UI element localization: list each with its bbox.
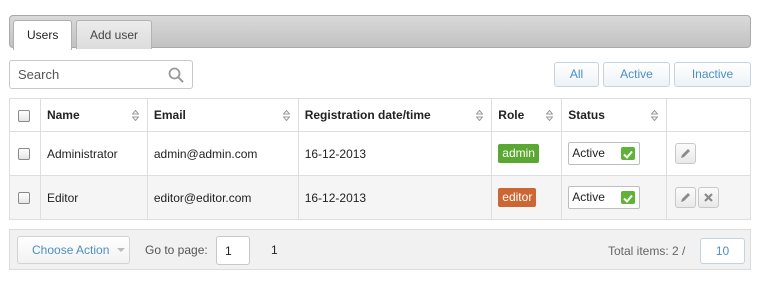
column-header-role[interactable]: Role [491, 98, 563, 132]
table-row: Editor editor@editor.com 16-12-2013 edit… [9, 175, 751, 220]
choose-action-label: Choose Action [32, 243, 110, 257]
items-per-page-select[interactable]: 10 [700, 238, 745, 264]
role-cell: admin [491, 131, 563, 176]
row-checkbox[interactable] [18, 148, 30, 161]
status-cell: Active [561, 175, 668, 220]
tab-bar: Users Add user [9, 15, 751, 50]
status-select[interactable]: Active [568, 142, 641, 165]
role-badge: editor [498, 188, 537, 207]
user-email: editor@editor.com [146, 175, 299, 220]
column-header-status[interactable]: Status [561, 98, 668, 132]
edit-button[interactable] [675, 143, 697, 164]
user-name: Editor [39, 175, 148, 220]
role-cell: editor [491, 175, 563, 220]
row-select-cell [9, 175, 41, 220]
delete-button[interactable] [698, 187, 720, 208]
page-number-input[interactable] [216, 236, 250, 265]
row-select-cell [9, 131, 41, 176]
filter-all-button[interactable]: All [554, 62, 599, 87]
choose-action-dropdown[interactable]: Choose Action [17, 236, 130, 264]
edit-button[interactable] [675, 187, 697, 208]
filter-inactive-button[interactable]: Inactive [674, 62, 751, 87]
user-name: Administrator [39, 131, 148, 176]
check-icon [621, 191, 636, 204]
total-items-label: Total items: 2 / [608, 244, 686, 258]
caret-down-icon [117, 248, 125, 252]
sort-icon[interactable] [131, 110, 139, 121]
edit-icon [681, 149, 691, 158]
select-all-checkbox[interactable] [18, 109, 30, 122]
row-checkbox[interactable] [18, 192, 30, 205]
sort-icon[interactable] [476, 110, 484, 121]
user-registered: 16-12-2013 [297, 131, 493, 176]
page-count: 1 [271, 243, 278, 257]
status-cell: Active [561, 131, 668, 176]
column-header-name[interactable]: Name [39, 98, 148, 132]
status-value: Active [572, 146, 605, 160]
search-icon[interactable] [168, 67, 184, 83]
column-header-email[interactable]: Email [146, 98, 299, 132]
status-select[interactable]: Active [568, 186, 641, 209]
actions-cell [666, 175, 751, 220]
column-header-registration[interactable]: Registration date/time [297, 98, 493, 132]
search-input[interactable] [10, 61, 160, 88]
sort-icon[interactable] [546, 110, 554, 121]
delete-icon [704, 193, 713, 202]
table-row: Administrator admin@admin.com 16-12-2013… [9, 131, 751, 176]
table-footer: Choose Action Go to page: 1 Total items:… [9, 229, 751, 270]
column-header-actions [666, 98, 751, 132]
actions-cell [666, 131, 751, 176]
tab-users[interactable]: Users [13, 20, 73, 50]
select-all-cell [9, 98, 41, 132]
tab-add-user[interactable]: Add user [76, 20, 153, 49]
edit-icon [681, 193, 691, 202]
search-box [9, 60, 193, 89]
sort-icon[interactable] [651, 110, 659, 121]
goto-page-label: Go to page: [145, 243, 208, 257]
sort-icon[interactable] [282, 110, 290, 121]
filter-active-button[interactable]: Active [603, 62, 670, 87]
role-badge: admin [498, 144, 539, 163]
table-header-row: Name Email Registration date/time Role S… [9, 98, 751, 132]
user-email: admin@admin.com [146, 131, 299, 176]
user-registered: 16-12-2013 [297, 175, 493, 220]
check-icon [621, 147, 636, 160]
users-table: Name Email Registration date/time Role S… [9, 98, 751, 220]
status-value: Active [572, 190, 605, 204]
